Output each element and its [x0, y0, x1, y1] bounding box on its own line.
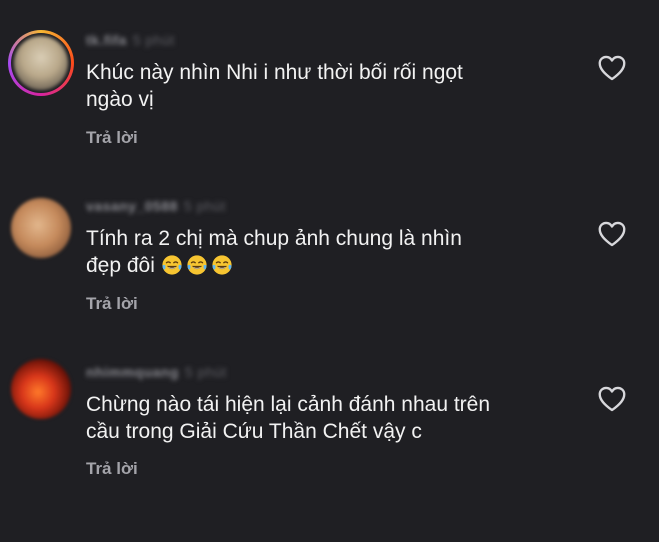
username-text[interactable]: nhimmquang [86, 364, 179, 380]
username-text[interactable]: vasany_0588 [86, 198, 178, 214]
heart-icon[interactable] [598, 386, 626, 412]
comment-item: nhimmquang 5 phút Chừng nào tái hiện lại … [0, 0, 659, 478]
comment-text: Chừng nào tái hiện lại cảnh đánh nhau tr… [86, 391, 566, 445]
comment-username[interactable]: vasany_0588 5 phút [86, 198, 226, 214]
avatar[interactable] [8, 195, 74, 261]
comment-text: Tính ra 2 chị mà chup ảnh chung là nhìn … [86, 225, 566, 279]
comment-text-line-2: đẹp đôi [86, 252, 566, 279]
comment-username[interactable]: nhimmquang 5 phút [86, 364, 227, 380]
comments-list: tk.fifa 5 phút Khúc này nhìn Nhi i như th… [0, 0, 659, 542]
face-with-tears-of-joy-icon [187, 255, 207, 275]
avatar-image [11, 359, 71, 419]
avatar[interactable] [8, 356, 74, 422]
heart-icon[interactable] [598, 221, 626, 247]
reply-button[interactable]: Trả lời [86, 294, 138, 314]
comment-text-line: Tính ra 2 chị mà chup ảnh chung là nhìn [86, 227, 462, 250]
face-with-tears-of-joy-icon [162, 255, 182, 275]
comment-text-line: đẹp đôi [86, 254, 155, 277]
comment-text-line: cầu trong Giải Cứu Thần Chết vậy c [86, 420, 422, 443]
avatar-image [11, 198, 71, 258]
comment-time: 5 phút [184, 364, 227, 380]
reply-button[interactable]: Trả lời [86, 459, 138, 479]
emoji-group [161, 254, 233, 276]
comment-time: 5 phút [183, 198, 226, 214]
comment-text-line: Chừng nào tái hiện lại cảnh đánh nhau tr… [86, 393, 491, 416]
face-with-tears-of-joy-icon [212, 255, 232, 275]
